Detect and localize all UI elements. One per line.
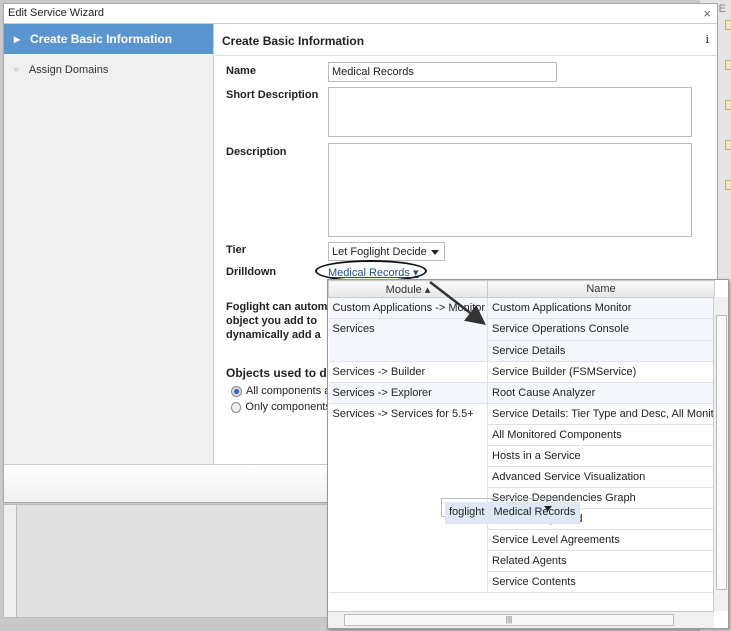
info-icon[interactable]: i [705, 33, 709, 46]
nav-label: Create Basic Information [30, 32, 173, 46]
description-label: Description [226, 146, 287, 158]
table-row[interactable]: Services -> Services for 5.5+ Service Det… [328, 403, 715, 593]
radio-checked-icon [231, 386, 242, 397]
name-cell[interactable]: Service Contents [487, 571, 715, 593]
background-icon [725, 100, 731, 110]
name-cell[interactable]: Service Level Agreements [487, 529, 715, 551]
name-cell[interactable]: Medical Records [488, 502, 581, 524]
tier-select[interactable]: Let Foglight Decide [328, 242, 445, 261]
background-panel [3, 504, 328, 618]
name-cell[interactable]: Service Details: Tier Type and Desc, All… [487, 403, 715, 425]
name-cell[interactable]: Advanced Service Visualization [487, 466, 715, 488]
circle-icon: ○ [14, 65, 19, 74]
name-cell[interactable]: Service Builder (FSMService) [487, 361, 715, 383]
name-label: Name [226, 65, 256, 77]
drilldown-table: Module ▴ Name Custom Applications -> Mon… [328, 280, 715, 593]
dialog-title: Edit Service Wizard [8, 7, 104, 19]
dialog-titlebar: Edit Service Wizard × [4, 4, 717, 24]
scrollbar-thumb[interactable]: ||| [344, 614, 674, 626]
table-row[interactable]: Services Service Operations Console [328, 319, 715, 362]
name-cell[interactable]: Root Cause Analyzer [487, 382, 715, 404]
module-cell: foglight [445, 502, 490, 524]
table-row[interactable]: Services -> Explorer Root Cause Analyzer [328, 382, 715, 404]
objects-label: Objects used to de [226, 366, 331, 380]
table-row[interactable]: Custom Applications -> Monitor Custom App… [328, 297, 715, 319]
nav-label: Assign Domains [28, 64, 109, 76]
arrow-right-icon: ▸ [14, 32, 21, 46]
background-icon [725, 140, 731, 150]
nav-item-create-basic-information[interactable]: ▸ Create Basic Information [4, 24, 213, 54]
column-header-name[interactable]: Name [487, 280, 715, 298]
table-row[interactable]: foglight Medical Records [441, 498, 581, 524]
auto-description-text: Foglight can autom object you add to dyn… [226, 300, 336, 342]
module-cell: Services [328, 319, 488, 362]
section-title: Create Basic Information [222, 34, 365, 48]
horizontal-scrollbar[interactable]: ||| [328, 611, 714, 628]
drilldown-label: Drilldown [226, 266, 277, 278]
nav-item-assign-domains[interactable]: ○ Assign Domains [4, 54, 213, 86]
description-textarea[interactable] [328, 143, 692, 237]
text-line: dynamically add a [226, 329, 321, 341]
module-cell: Services -> Builder [328, 361, 488, 383]
column-header-module[interactable]: Module ▴ [328, 280, 488, 298]
close-icon[interactable]: × [703, 6, 711, 21]
scrollbar-thumb[interactable] [716, 315, 727, 590]
module-cell: Custom Applications -> Monitor [328, 297, 488, 319]
table-row[interactable]: Services -> Builder Service Builder (FSMS… [328, 361, 715, 383]
radio-all-components[interactable]: All components a [231, 385, 331, 397]
radio-label: All components a [246, 385, 331, 397]
tier-label: Tier [226, 244, 246, 256]
module-cell: Services -> Explorer [328, 382, 488, 404]
name-cell[interactable]: Hosts in a Service [487, 445, 715, 467]
background-icon [725, 20, 731, 30]
name-cell[interactable]: Custom Applications Monitor [487, 297, 715, 319]
text-line: Foglight can autom [226, 301, 328, 313]
background-icon [725, 180, 731, 190]
short-description-label: Short Description [226, 89, 319, 101]
radio-only-components[interactable]: Only components [231, 401, 331, 413]
name-cell[interactable]: Service Details [487, 340, 715, 362]
section-header: Create Basic Information i [215, 24, 717, 56]
name-cell[interactable]: All Monitored Components [487, 424, 715, 446]
short-description-textarea[interactable] [328, 87, 692, 137]
text-line: object you add to [226, 315, 318, 327]
radio-unchecked-icon [231, 402, 242, 413]
scrollbar[interactable] [4, 505, 17, 617]
vertical-scrollbar[interactable] [713, 297, 728, 611]
name-cell[interactable]: Service Operations Console [487, 319, 715, 341]
name-input[interactable]: Medical Records [328, 62, 557, 82]
wizard-nav: ▸ Create Basic Information ○ Assign Doma… [4, 24, 214, 464]
drilldown-dropdown: Module ▴ Name Custom Applications -> Mon… [327, 279, 729, 629]
radio-label: Only components [245, 401, 331, 413]
name-cell[interactable]: Related Agents [487, 550, 715, 572]
background-icon [725, 60, 731, 70]
